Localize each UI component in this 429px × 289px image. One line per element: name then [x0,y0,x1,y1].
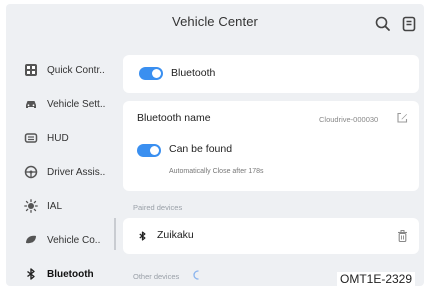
page-title: Vehicle Center [172,14,258,29]
bluetooth-icon [27,268,35,280]
active-indicator [114,218,116,250]
discoverable-label: Can be found [169,143,233,155]
sidebar-item-label: Vehicle Sett.. [47,98,106,110]
edit-icon[interactable] [396,112,408,124]
vehicle-center-screen: Vehicle Center Quick Contr.. Vehicle Set… [6,4,424,286]
search-icon[interactable] [374,15,392,33]
paired-device-row[interactable]: Zuikaku [123,218,419,254]
steering-wheel-icon [24,165,38,179]
sidebar-item-label: HUD [47,132,69,144]
bluetooth-name-label: Bluetooth name [137,112,211,124]
bluetooth-icon [139,231,146,241]
spinner-icon [193,270,199,280]
sidebar-item-vehicle-settings[interactable]: Vehicle Sett.. [24,90,119,118]
sidebar-item-quick-control[interactable]: Quick Contr.. [24,56,119,84]
vehicle-comfort-icon [26,235,36,244]
sidebar: Quick Contr.. Vehicle Sett.. HUD Driver … [6,44,111,286]
bluetooth-settings-card: Bluetooth name Cloudrive-000030 Can be f… [123,101,419,191]
header-bar: Vehicle Center [6,4,424,44]
bluetooth-toggle-card: Bluetooth [123,55,419,93]
other-devices-label: Other devices [133,272,180,281]
sidebar-item-label: Bluetooth [47,268,94,280]
paired-device-name: Zuikaku [157,229,194,241]
notes-icon[interactable] [400,15,418,33]
trash-icon[interactable] [397,230,408,242]
sidebar-item-label: Quick Contr.. [47,64,105,76]
sidebar-item-vehicle-comfort[interactable]: Vehicle Co.. [24,226,119,254]
discoverable-toggle[interactable] [137,144,161,157]
paired-devices-label: Paired devices [133,203,183,212]
figure-code: OMT1E-2329 [337,272,416,286]
hud-icon [24,133,38,143]
sidebar-item-label: Driver Assis.. [47,166,106,178]
bluetooth-toggle[interactable] [139,67,163,80]
car-icon [26,101,36,108]
quick-control-icon [25,64,37,76]
discoverable-hint: Automatically Close after 178s [169,168,264,175]
sidebar-item-ial[interactable]: IAL [24,192,119,220]
sidebar-item-bluetooth[interactable]: Bluetooth [24,260,119,286]
bluetooth-label: Bluetooth [171,67,216,79]
sidebar-item-driver-assistance[interactable]: Driver Assis.. [24,158,119,186]
sidebar-item-label: Vehicle Co.. [47,234,101,246]
light-icon [24,199,38,213]
sidebar-item-label: IAL [47,200,63,212]
sidebar-item-hud[interactable]: HUD [24,124,119,152]
bluetooth-name-value: Cloudrive-000030 [319,115,379,124]
